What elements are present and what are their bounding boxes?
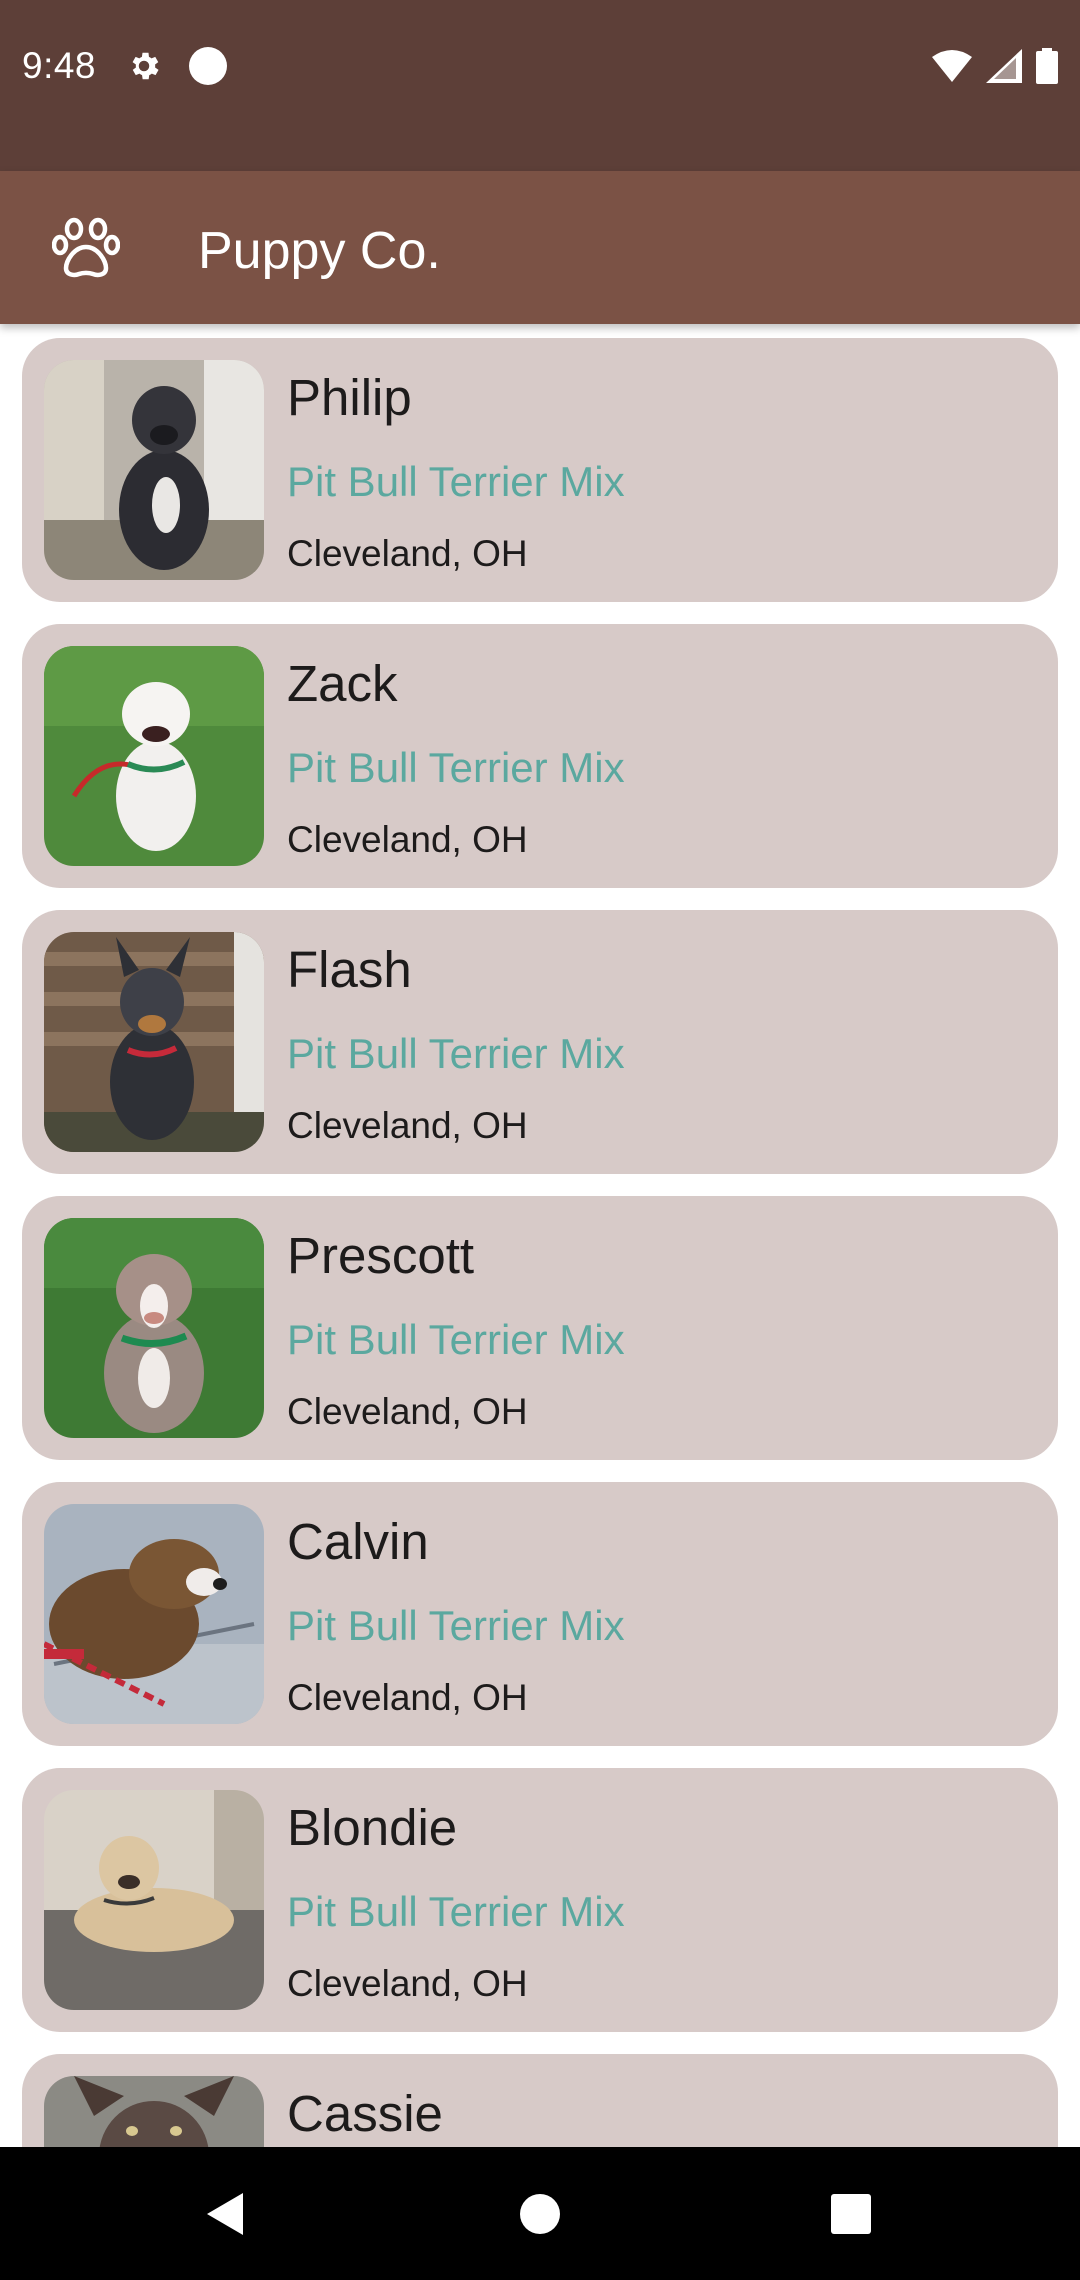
battery-icon: [1036, 48, 1058, 84]
pet-name: Philip: [287, 369, 412, 426]
back-icon[interactable]: [203, 2191, 249, 2237]
pet-card[interactable]: Cassie: [22, 2054, 1058, 2147]
status-time: 9:48: [22, 45, 97, 86]
pet-card[interactable]: Blondie Pit Bull Terrier Mix Cleveland, …: [22, 1768, 1058, 2032]
pet-breed: Pit Bull Terrier Mix: [287, 458, 625, 505]
pet-card[interactable]: Prescott Pit Bull Terrier Mix Cleveland,…: [22, 1196, 1058, 1460]
pet-card[interactable]: Zack Pit Bull Terrier Mix Cleveland, OH: [22, 624, 1058, 888]
pet-name: Flash: [287, 941, 412, 998]
settings-gear-icon: [132, 52, 159, 80]
pet-name: Cassie: [287, 2085, 443, 2142]
pet-location: Cleveland, OH: [287, 1391, 528, 1432]
wifi-icon: [932, 50, 972, 82]
paw-icon: [52, 217, 120, 278]
pet-breed: Pit Bull Terrier Mix: [287, 744, 625, 791]
pet-photo: [44, 1218, 264, 1438]
pet-card[interactable]: Philip Pit Bull Terrier Mix Cleveland, O…: [22, 338, 1058, 602]
pet-location: Cleveland, OH: [287, 1963, 528, 2004]
pet-photo: [44, 646, 264, 866]
app-title: Puppy Co.: [198, 222, 441, 280]
pet-card[interactable]: Flash Pit Bull Terrier Mix Cleveland, OH: [22, 910, 1058, 1174]
pet-photo: [44, 1790, 264, 2010]
status-bar: 9:48: [0, 0, 1080, 171]
recents-icon[interactable]: [828, 2191, 874, 2237]
pet-name: Prescott: [287, 1227, 475, 1284]
pet-photo: [44, 932, 264, 1152]
pet-location: Cleveland, OH: [287, 1105, 528, 1146]
pet-photo: [44, 2076, 264, 2147]
circle-dot-icon: [189, 47, 227, 85]
pet-breed: Pit Bull Terrier Mix: [287, 1030, 625, 1077]
pet-location: Cleveland, OH: [287, 1677, 528, 1718]
pet-name: Blondie: [287, 1799, 458, 1856]
pet-breed: Pit Bull Terrier Mix: [287, 1316, 625, 1363]
pet-breed: Pit Bull Terrier Mix: [287, 1888, 625, 1935]
home-icon[interactable]: [517, 2191, 563, 2237]
pet-card[interactable]: Calvin Pit Bull Terrier Mix Cleveland, O…: [22, 1482, 1058, 1746]
app-bar: Puppy Co.: [0, 171, 1080, 324]
pet-photo: [44, 1504, 264, 1724]
system-nav-bar: [0, 2147, 1080, 2280]
pet-name: Calvin: [287, 1513, 429, 1570]
pet-location: Cleveland, OH: [287, 533, 528, 574]
pet-name: Zack: [287, 655, 398, 712]
pet-location: Cleveland, OH: [287, 819, 528, 860]
pet-breed: Pit Bull Terrier Mix: [287, 1602, 625, 1649]
pet-list[interactable]: Philip Pit Bull Terrier Mix Cleveland, O…: [0, 324, 1080, 2147]
cell-signal-icon: [986, 49, 1022, 83]
pet-photo: [44, 360, 264, 580]
